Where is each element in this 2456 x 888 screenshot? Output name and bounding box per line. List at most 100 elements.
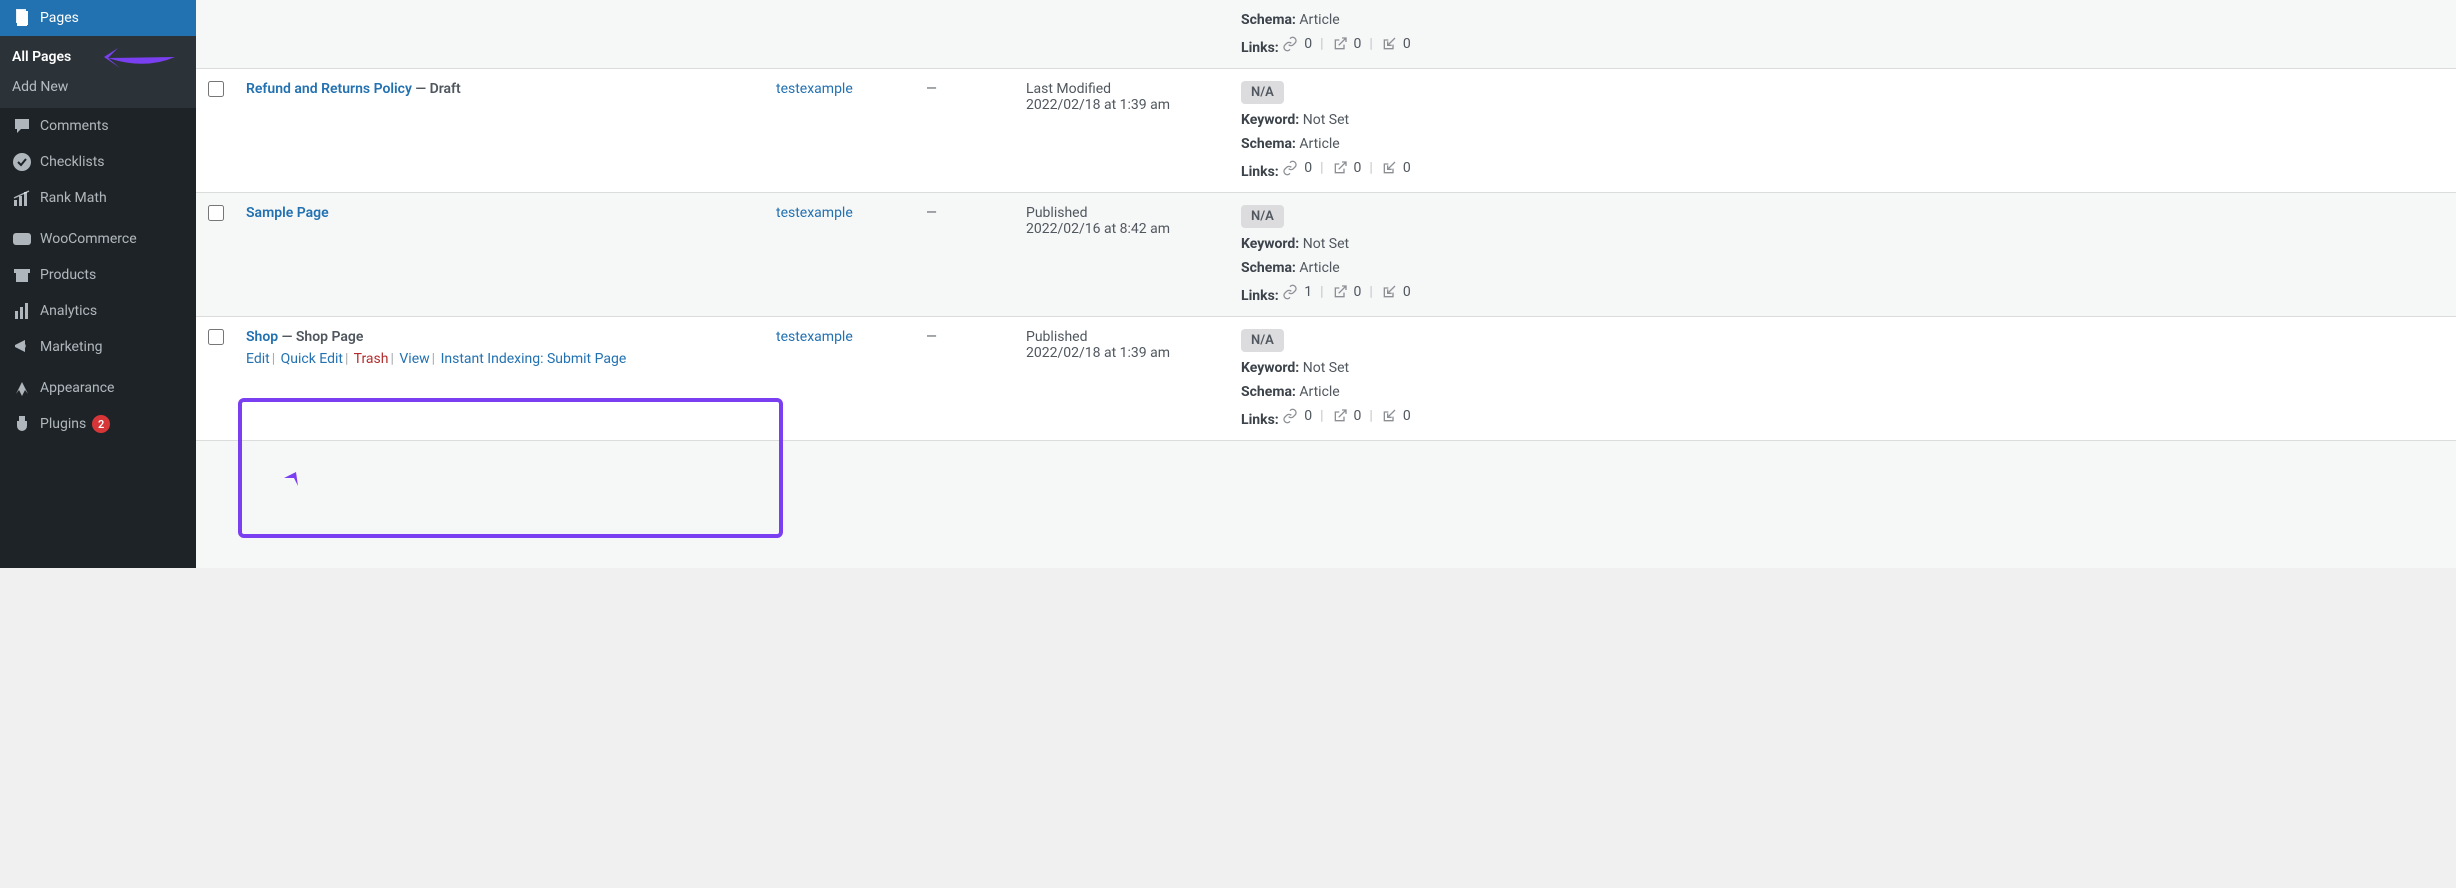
row-checkbox[interactable]: [208, 205, 224, 221]
comments-count: —: [916, 317, 1016, 441]
menu-appearance[interactable]: Appearance: [0, 370, 196, 406]
seo-score-badge: N/A: [1241, 81, 1284, 104]
comments-count: —: [916, 193, 1016, 317]
menu-analytics-label: Analytics: [40, 303, 97, 319]
menu-comments-label: Comments: [40, 118, 109, 134]
seo-schema-label: Schema:: [1241, 136, 1296, 152]
menu-plugins-label: Plugins: [40, 416, 86, 432]
seo-schema-label: Schema:: [1241, 384, 1296, 400]
external-link-icon: [1332, 36, 1348, 52]
menu-rank-math[interactable]: Rank Math: [0, 180, 196, 216]
seo-schema-label: Schema:: [1241, 12, 1296, 28]
incoming-link-icon: [1381, 160, 1397, 176]
seo-links-label: Links:: [1241, 164, 1279, 180]
plugins-update-badge: 2: [92, 415, 110, 433]
row-actions: Edit| Quick Edit| Trash| View| Instant I…: [246, 351, 756, 367]
annotation-arrow: [264, 470, 302, 514]
incoming-link-icon: [1381, 408, 1397, 424]
rank-math-icon: [12, 188, 32, 208]
products-icon: [12, 265, 32, 285]
link-icon: [1282, 408, 1298, 424]
menu-rank-math-label: Rank Math: [40, 190, 107, 206]
menu-woocommerce-label: WooCommerce: [40, 231, 137, 247]
table-row: Shop — Shop Page Edit| Quick Edit| Trash…: [196, 317, 2456, 441]
seo-keyword-value: Not Set: [1303, 360, 1349, 376]
seo-keyword-label: Keyword:: [1241, 236, 1299, 252]
menu-woocommerce[interactable]: WooCommerce: [0, 221, 196, 257]
action-instant-indexing[interactable]: Instant Indexing: Submit Page: [441, 351, 627, 367]
annotation-arrow: [100, 40, 178, 78]
menu-pages-label: Pages: [40, 10, 79, 26]
external-link-icon: [1332, 160, 1348, 176]
seo-schema-value: Article: [1299, 260, 1339, 276]
page-title-link[interactable]: Refund and Returns Policy: [246, 81, 412, 97]
appearance-icon: [12, 378, 32, 398]
menu-marketing-label: Marketing: [40, 339, 103, 355]
comments-icon: [12, 116, 32, 136]
page-state: — Shop Page: [278, 329, 363, 345]
seo-keyword-label: Keyword:: [1241, 112, 1299, 128]
seo-keyword-label: Keyword:: [1241, 360, 1299, 376]
comments-count: —: [916, 69, 1016, 193]
link-icon: [1282, 36, 1298, 52]
menu-plugins[interactable]: Plugins 2: [0, 406, 196, 442]
action-edit[interactable]: Edit: [246, 351, 270, 367]
table-row: Refund and Returns Policy — Draft testex…: [196, 69, 2456, 193]
seo-schema-value: Article: [1299, 12, 1339, 28]
date-status: Published: [1026, 205, 1221, 221]
incoming-link-icon: [1381, 36, 1397, 52]
author-link[interactable]: testexample: [776, 329, 853, 345]
row-checkbox[interactable]: [208, 329, 224, 345]
menu-comments[interactable]: Comments: [0, 108, 196, 144]
seo-keyword-value: Not Set: [1303, 112, 1349, 128]
pages-table: Schema: Article Links: 0 | 0 | 0: [196, 0, 2456, 441]
date-value: 2022/02/16 at 8:42 am: [1026, 221, 1221, 237]
checklists-icon: [12, 152, 32, 172]
menu-marketing[interactable]: Marketing: [0, 329, 196, 365]
seo-score-badge: N/A: [1241, 205, 1284, 228]
date-status: Last Modified: [1026, 81, 1221, 97]
action-view[interactable]: View: [399, 351, 429, 367]
menu-checklists-label: Checklists: [40, 154, 105, 170]
pages-icon: [12, 8, 32, 28]
table-row: Schema: Article Links: 0 | 0 | 0: [196, 0, 2456, 69]
external-link-icon: [1332, 408, 1348, 424]
menu-pages[interactable]: Pages: [0, 0, 196, 36]
action-trash[interactable]: Trash: [354, 351, 389, 367]
menu-analytics[interactable]: Analytics: [0, 293, 196, 329]
seo-schema-value: Article: [1299, 384, 1339, 400]
seo-links-label: Links:: [1241, 288, 1279, 304]
analytics-icon: [12, 301, 32, 321]
menu-products[interactable]: Products: [0, 257, 196, 293]
link-icon: [1282, 160, 1298, 176]
menu-appearance-label: Appearance: [40, 380, 114, 396]
author-link[interactable]: testexample: [776, 81, 853, 97]
seo-schema-label: Schema:: [1241, 260, 1296, 276]
page-title-link[interactable]: Sample Page: [246, 205, 329, 221]
external-link-icon: [1332, 284, 1348, 300]
table-row: Sample Page testexample — Published 2022…: [196, 193, 2456, 317]
woocommerce-icon: [12, 229, 32, 249]
author-link[interactable]: testexample: [776, 205, 853, 221]
seo-schema-value: Article: [1299, 136, 1339, 152]
seo-keyword-value: Not Set: [1303, 236, 1349, 252]
plugins-icon: [12, 414, 32, 434]
pages-list: Schema: Article Links: 0 | 0 | 0: [196, 0, 2456, 568]
seo-score-badge: N/A: [1241, 329, 1284, 352]
page-state: — Draft: [412, 81, 461, 97]
date-value: 2022/02/18 at 1:39 am: [1026, 345, 1221, 361]
seo-links-label: Links:: [1241, 412, 1279, 428]
row-checkbox[interactable]: [208, 81, 224, 97]
action-quick-edit[interactable]: Quick Edit: [281, 351, 343, 367]
page-title-link[interactable]: Shop: [246, 329, 278, 345]
date-value: 2022/02/18 at 1:39 am: [1026, 97, 1221, 113]
marketing-icon: [12, 337, 32, 357]
incoming-link-icon: [1381, 284, 1397, 300]
link-icon: [1282, 284, 1298, 300]
admin-sidebar: Pages All Pages Add New Comments Checkli…: [0, 0, 196, 568]
menu-products-label: Products: [40, 267, 96, 283]
menu-checklists[interactable]: Checklists: [0, 144, 196, 180]
seo-links-label: Links:: [1241, 40, 1279, 56]
submenu-pages: All Pages Add New: [0, 36, 196, 108]
date-status: Published: [1026, 329, 1221, 345]
